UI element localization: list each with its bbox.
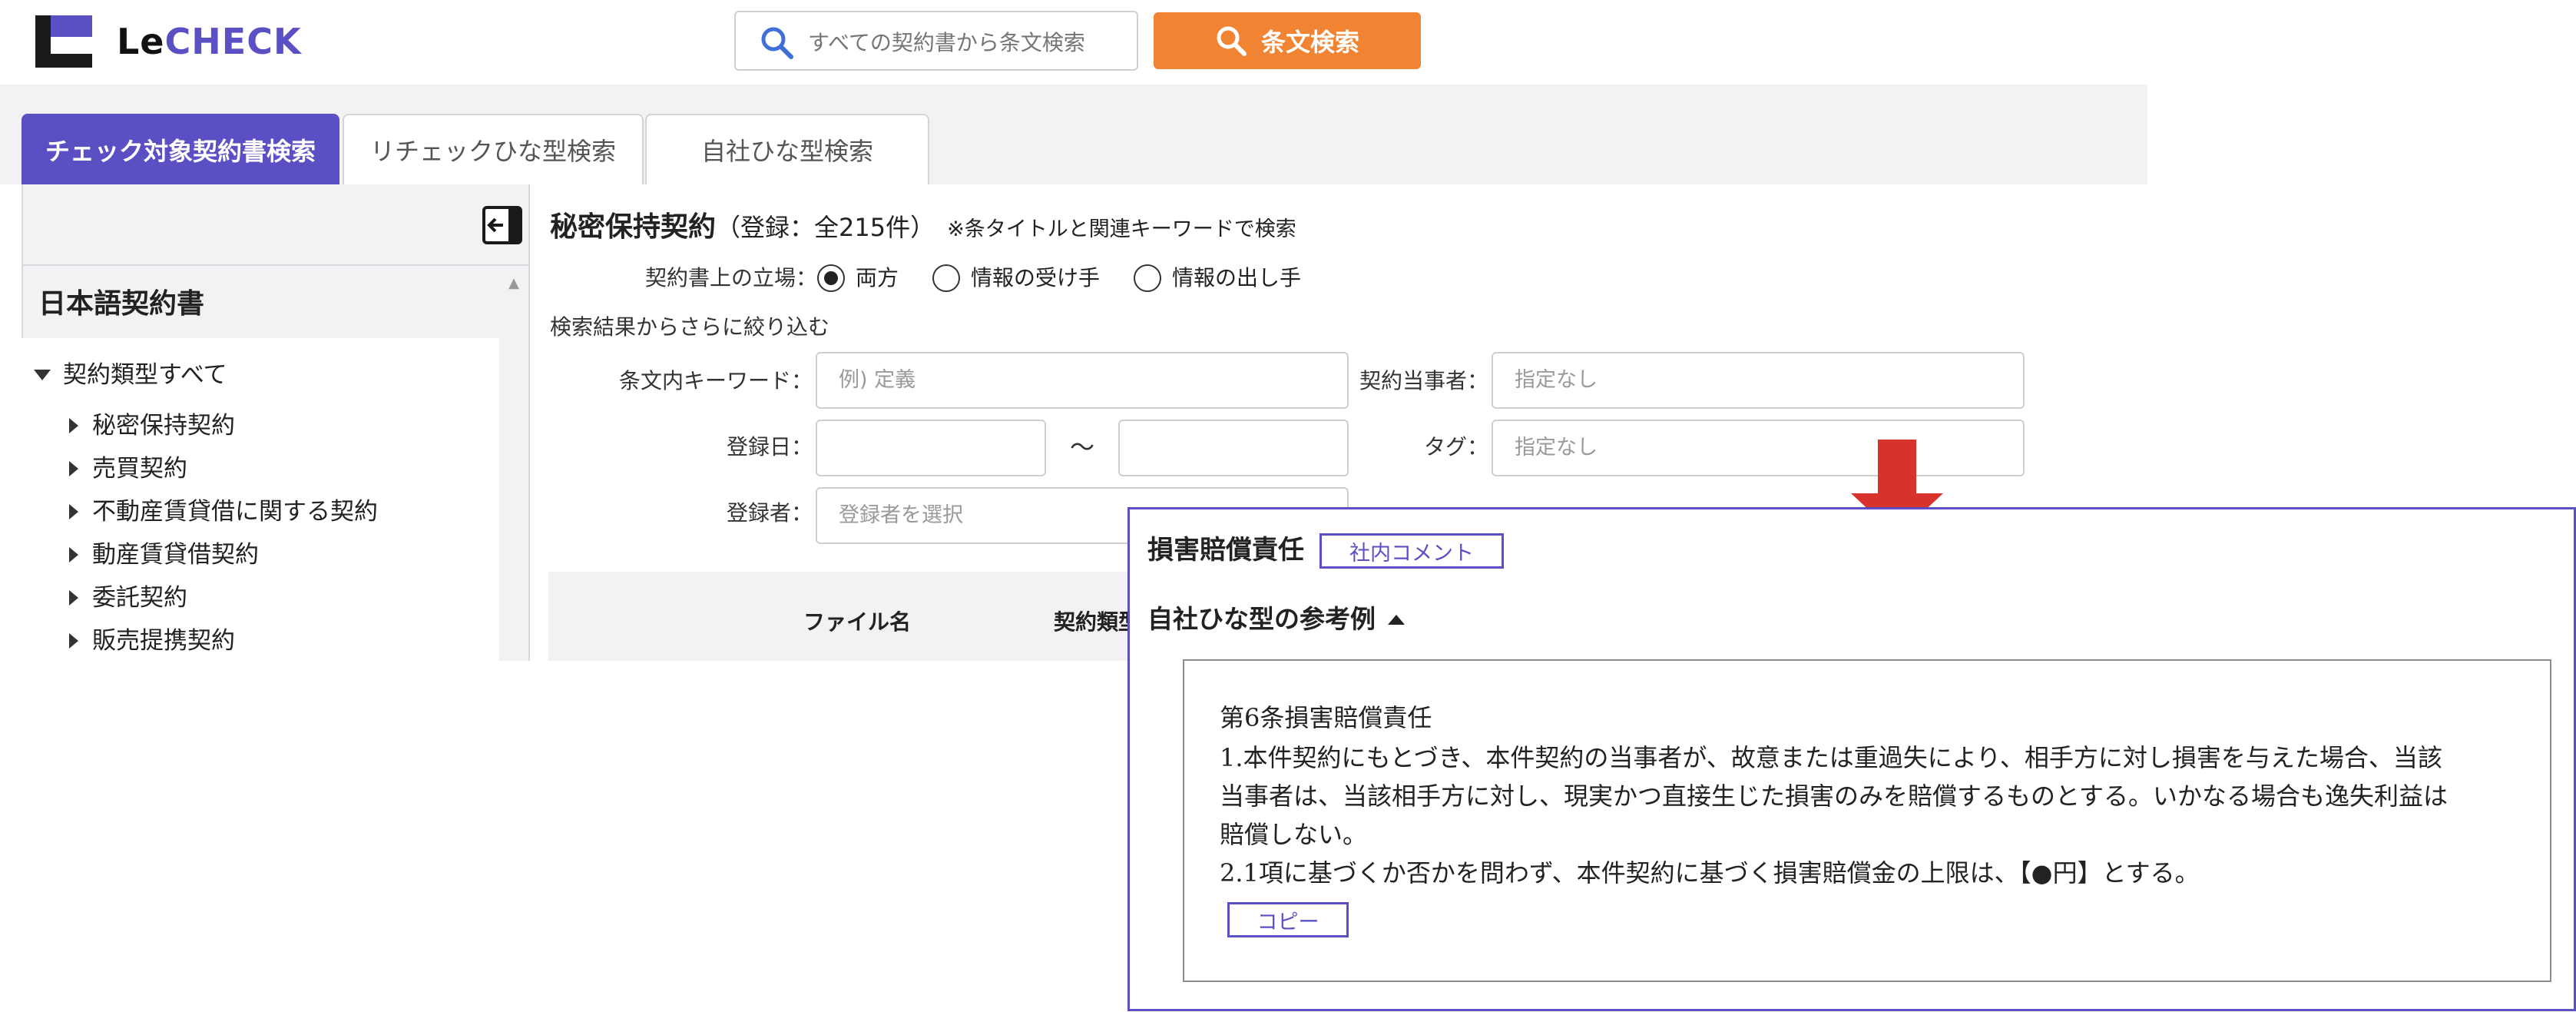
radio-both[interactable] <box>817 264 845 292</box>
tree-item-label: 販売提携契約 <box>92 627 235 655</box>
registrant-label: 登録者： <box>726 500 813 526</box>
tree-item-label: 売買契約 <box>92 455 187 483</box>
global-search-input[interactable] <box>806 23 1124 61</box>
party-input[interactable]: 指定なし <box>1492 352 2025 409</box>
scroll-up-icon[interactable]: ▲ <box>502 272 525 295</box>
party-label: 契約当事者： <box>1359 368 1488 393</box>
chevron-right-icon <box>69 547 78 562</box>
tree-item-sales-partnership[interactable]: 販売提携契約 <box>69 621 235 661</box>
tab-recheck-template-search[interactable]: リチェックひな型検索 <box>343 114 644 184</box>
reference-example-toggle[interactable]: 自社ひな型の参考例 <box>1147 599 1405 639</box>
lecheck-logo-icon <box>35 15 92 68</box>
tab-company-template-search[interactable]: 自社ひな型検索 <box>645 114 929 184</box>
popup-clause-title: 損害賠償責任 <box>1147 535 1304 566</box>
narrow-results-label: 検索結果からさらに絞り込む <box>550 314 830 340</box>
radio-receiver-label[interactable]: 情報の受け手 <box>971 261 1100 295</box>
date-separator: ～ <box>1069 433 1094 462</box>
keyword-input[interactable]: 例) 定義 <box>816 352 1349 409</box>
chevron-down-icon <box>34 370 51 380</box>
column-filename[interactable]: ファイル名 <box>803 606 911 639</box>
tree-item-label: 不動産賃貸借に関する契約 <box>92 498 378 526</box>
radio-discloser[interactable] <box>1134 264 1162 292</box>
chevron-up-icon <box>1388 614 1405 625</box>
reference-line: 1.本件契約にもとづき、本件契約の当事者が、故意または重過失により、相手方に対し… <box>1220 743 2442 772</box>
chevron-right-icon <box>69 590 78 606</box>
copy-button[interactable]: コピー <box>1227 902 1349 937</box>
tree-item-label: 秘密保持契約 <box>92 412 235 440</box>
sidebar-title: 日本語契約書 <box>38 288 205 320</box>
registrant-placeholder: 登録者を選択 <box>839 503 963 527</box>
internal-comment-button[interactable]: 社内コメント <box>1319 533 1504 569</box>
reference-line: 賠償しない。 <box>1220 820 1368 849</box>
chevron-right-icon <box>69 633 78 649</box>
contract-type-title: 秘密保持契約 <box>550 211 717 243</box>
radio-both-label[interactable]: 両方 <box>856 261 899 295</box>
position-label: 契約書上の立場： <box>644 265 817 290</box>
date-to-input[interactable] <box>1118 420 1349 476</box>
tag-label: タグ： <box>1423 434 1488 460</box>
party-placeholder: 指定なし <box>1515 368 1598 392</box>
clause-search-button[interactable]: 条文検索 <box>1154 12 1421 69</box>
tree-item-label: 動産賃貸借契約 <box>92 541 259 569</box>
logo-text: LeCHECK <box>117 21 302 62</box>
tab-check-target-search[interactable]: チェック対象契約書検索 <box>22 114 339 184</box>
tree-item-outsourcing[interactable]: 委託契約 <box>69 578 187 618</box>
tree-root-label: 契約類型すべて <box>63 361 227 389</box>
search-note: ※条タイトルと関連キーワードで検索 <box>947 217 1296 241</box>
chevron-right-icon <box>69 418 78 433</box>
global-search-box[interactable] <box>734 11 1138 71</box>
search-icon <box>1217 26 1247 56</box>
registration-count: （登録：全215件） <box>716 213 935 242</box>
reference-line: 2.1項に基づくか否かを問わず、本件契約に基づく損害賠償金の上限は、【●円】とす… <box>1220 858 2200 888</box>
search-icon <box>761 27 793 59</box>
keyword-label: 条文内キーワード： <box>618 368 813 393</box>
date-from-input[interactable] <box>816 420 1046 476</box>
radio-discloser-label[interactable]: 情報の出し手 <box>1172 261 1301 295</box>
tree-item-real-estate-lease[interactable]: 不動産賃貸借に関する契約 <box>69 492 378 532</box>
keyword-placeholder: 例) 定義 <box>839 368 916 392</box>
tree-item-movable-lease[interactable]: 動産賃貸借契約 <box>69 535 259 575</box>
chevron-right-icon <box>69 504 78 519</box>
sidebar-divider <box>22 264 528 266</box>
main-divider <box>528 184 530 661</box>
collapse-sidebar-icon[interactable] <box>482 206 522 244</box>
tree-item-sales[interactable]: 売買契約 <box>69 449 187 489</box>
tree-item-label: 委託契約 <box>92 584 187 612</box>
reference-example-title: 自社ひな型の参考例 <box>1147 604 1376 634</box>
tag-placeholder: 指定なし <box>1515 436 1598 460</box>
tree-item-nda[interactable]: 秘密保持契約 <box>69 406 235 446</box>
date-label: 登録日： <box>726 434 813 460</box>
clause-search-button-label: 条文検索 <box>1260 28 1359 57</box>
position-radio-group: 両方 情報の受け手 情報の出し手 <box>817 261 1335 295</box>
radio-receiver[interactable] <box>932 264 961 292</box>
tree-root-all-types[interactable]: 契約類型すべて <box>34 355 227 395</box>
tag-input[interactable]: 指定なし <box>1492 420 2025 476</box>
page-title: 秘密保持契約（登録：全215件） ※条タイトルと関連キーワードで検索 <box>550 207 1296 250</box>
reference-line: 当事者は、当該相手方に対し、現実かつ直接生じた損害のみを賠償するものとする。いか… <box>1220 781 2449 811</box>
chevron-right-icon <box>69 461 78 476</box>
reference-line: 第6条損害賠償責任 <box>1220 703 1432 732</box>
